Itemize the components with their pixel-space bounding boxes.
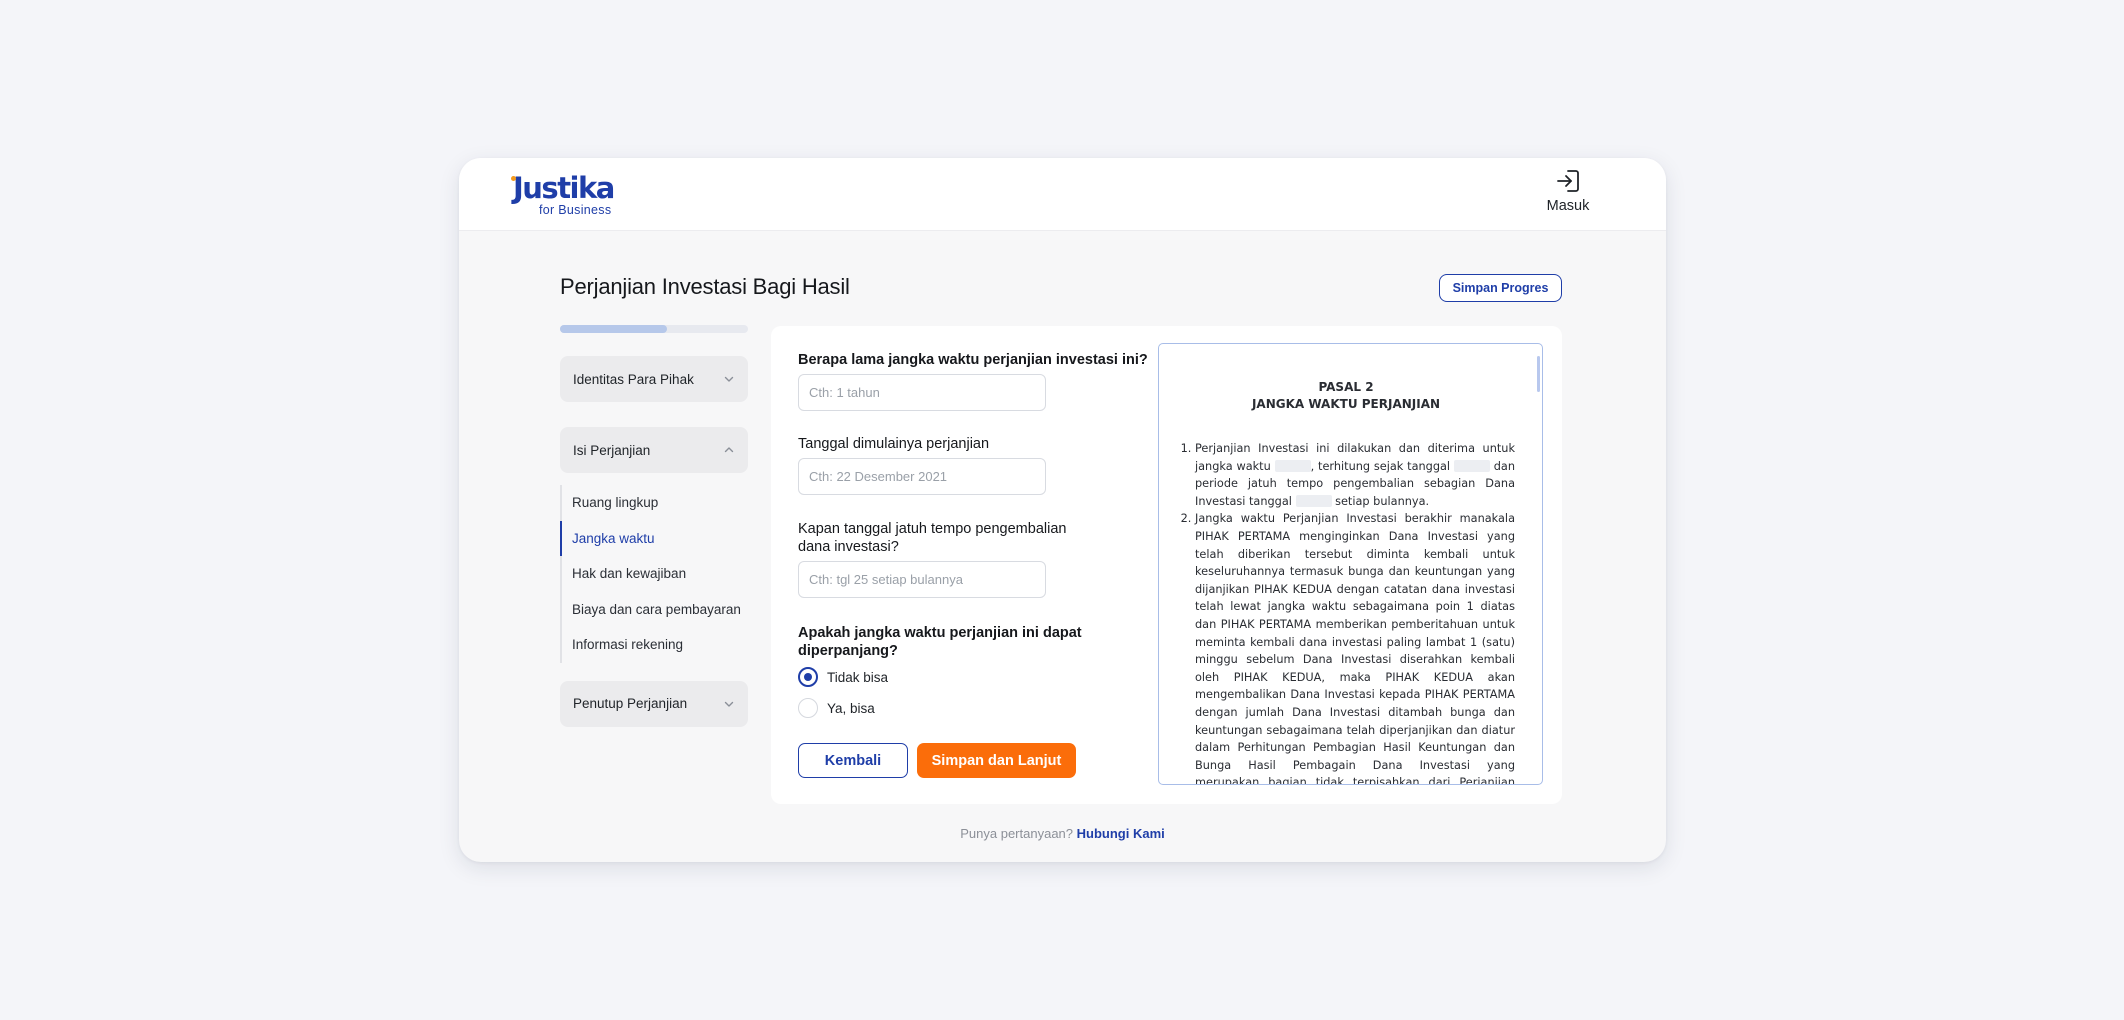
question-extension-label: Apakah jangka waktu perjanjian ini dapat… (798, 624, 1082, 660)
sidebar: Identitas Para Pihak Isi Perjanjian Ruan… (560, 356, 748, 727)
chevron-down-icon (724, 376, 734, 382)
logo-dot (511, 176, 516, 181)
radio-label: Ya, bisa (827, 700, 875, 716)
section-title: Penutup Perjanjian (573, 696, 688, 711)
section-title: Identitas Para Pihak (573, 371, 694, 387)
radio-button-checked[interactable] (798, 667, 818, 687)
document-clause-2: Jangka waktu Perjanjian Investasi berakh… (1195, 510, 1515, 784)
chevron-up-icon (724, 447, 734, 453)
blank-placeholder (1274, 459, 1311, 472)
radio-option-ya-bisa[interactable]: Ya, bisa (798, 698, 875, 718)
document-clause-list: Perjanjian Investasi ini dilakukan dan d… (1177, 440, 1515, 784)
document-article-heading: JANGKA WAKTU PERJANJIAN (1251, 397, 1441, 411)
question-extension-line-2: diperpanjang? (798, 643, 898, 659)
document-clause-1: Perjanjian Investasi ini dilakukan dan d… (1195, 440, 1515, 510)
sidebar-item-biaya-dan-cara-pembayaran[interactable]: Biaya dan cara pembayaran (560, 591, 748, 627)
top-navigation-bar: Justika for Business Masuk (459, 158, 1666, 231)
progress-bar (560, 325, 748, 333)
app-window: Justika for Business Masuk Perjanjian In… (459, 158, 1666, 862)
section-penutup-perjanjian[interactable]: Penutup Perjanjian (560, 680, 748, 727)
page-title: Perjanjian Investasi Bagi Hasil (560, 274, 850, 299)
back-button[interactable]: Kembali (798, 743, 908, 778)
chevron-down-icon (724, 701, 734, 707)
due-date-input[interactable] (798, 561, 1046, 598)
blank-placeholder (1295, 494, 1332, 507)
logo-brand-name: Justika (513, 171, 615, 205)
blank-placeholder (1453, 459, 1490, 472)
document-scrollbar[interactable] (1537, 356, 1540, 392)
sidebar-sub-list: Ruang lingkup Jangka waktu Hak dan kewaj… (560, 485, 748, 663)
question-start-date-label: Tanggal dimulainya perjanjian (798, 436, 990, 452)
sidebar-item-jangka-waktu[interactable]: Jangka waktu (560, 520, 748, 556)
document-article-number: PASAL 2 (1318, 380, 1374, 394)
login-icon (1557, 170, 1579, 192)
footer: Punya pertanyaan? Hubungi Kami (459, 826, 1666, 841)
login-label: Masuk (1546, 198, 1590, 214)
section-title: Isi Perjanjian (573, 442, 651, 458)
question-due-date-line-1: Kapan tanggal jatuh tempo pengembalian (798, 521, 1067, 537)
question-extension-line-1: Apakah jangka waktu perjanjian ini dapat (798, 625, 1082, 641)
logo-wordmark: Justika (511, 171, 615, 205)
progress-bar-fill (560, 325, 668, 333)
justika-logo[interactable]: Justika for Business (511, 171, 615, 217)
save-and-continue-button[interactable]: Simpan dan Lanjut (917, 743, 1076, 778)
document-preview[interactable]: PASAL 2 JANGKA WAKTU PERJANJIAN Perjanji… (1158, 343, 1543, 785)
save-progress-button[interactable]: Simpan Progres (1439, 274, 1562, 302)
footer-question: Punya pertanyaan? (960, 826, 1074, 841)
document-content: PASAL 2 JANGKA WAKTU PERJANJIAN Perjanji… (1177, 379, 1515, 784)
radio-option-tidak-bisa[interactable]: Tidak bisa (798, 667, 888, 687)
question-due-date-line-2: dana investasi? (798, 539, 899, 555)
start-date-input[interactable] (798, 458, 1046, 495)
section-isi-perjanjian[interactable]: Isi Perjanjian (560, 427, 748, 473)
question-duration-label: Berapa lama jangka waktu perjanjian inve… (798, 352, 1148, 368)
form-card: Berapa lama jangka waktu perjanjian inve… (771, 326, 1562, 804)
sidebar-item-hak-dan-kewajiban[interactable]: Hak dan kewajiban (560, 556, 748, 592)
login-button[interactable]: Masuk (1538, 168, 1598, 214)
radio-button-unchecked[interactable] (798, 698, 818, 718)
logo-tagline: for Business (539, 203, 612, 217)
question-due-date-label: Kapan tanggal jatuh tempo pengembalian d… (798, 520, 1066, 556)
sidebar-item-ruang-lingkup[interactable]: Ruang lingkup (560, 485, 748, 521)
radio-label: Tidak bisa (827, 669, 889, 685)
section-identitas-para-pihak[interactable]: Identitas Para Pihak (560, 356, 748, 402)
sidebar-item-informasi-rekening[interactable]: Informasi rekening (560, 627, 748, 663)
contact-us-link[interactable]: Hubungi Kami (1077, 826, 1165, 841)
duration-input[interactable] (798, 374, 1046, 411)
